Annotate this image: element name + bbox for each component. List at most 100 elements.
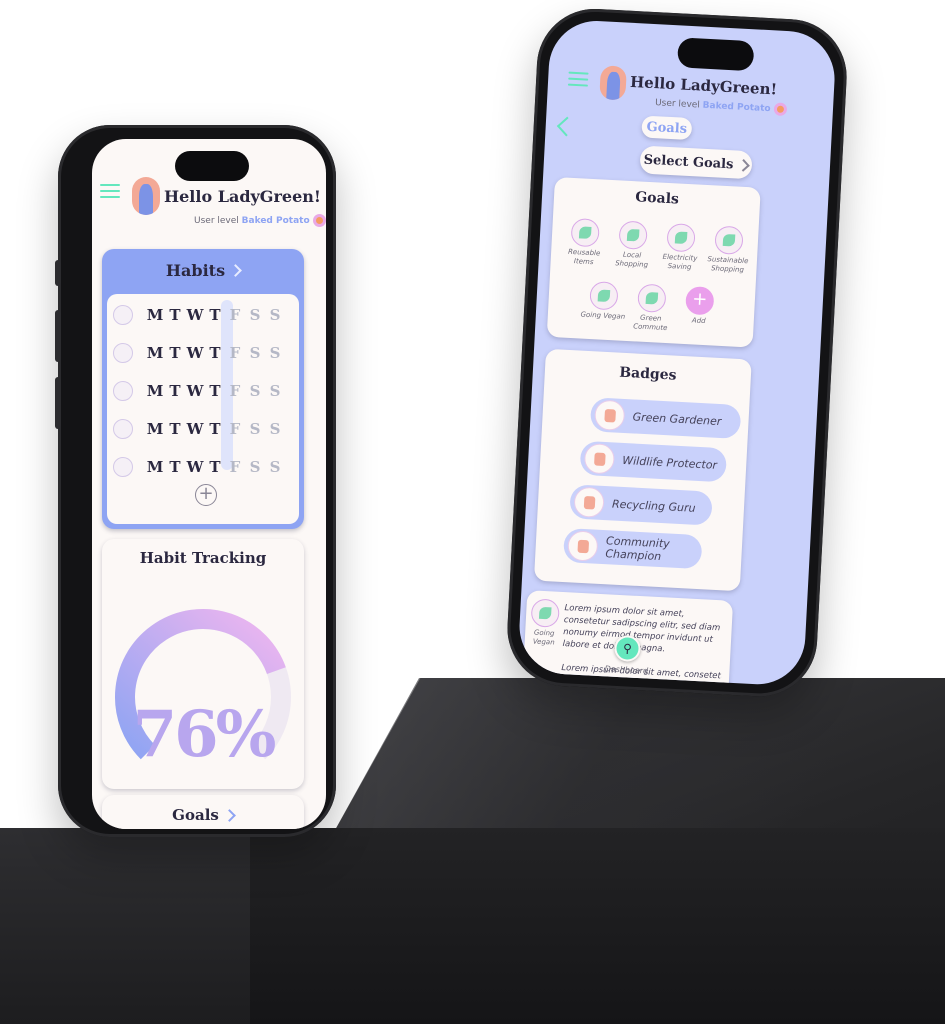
habit-day-label: S bbox=[249, 382, 261, 400]
habit-day-toggle[interactable]: T bbox=[165, 382, 185, 400]
habit-day-label: F bbox=[229, 382, 241, 400]
habit-day-label: S bbox=[249, 306, 261, 324]
avatar[interactable] bbox=[132, 177, 160, 215]
potato-icon bbox=[773, 102, 787, 117]
badge-icon bbox=[573, 486, 605, 519]
habit-day-toggle[interactable]: T bbox=[165, 458, 185, 476]
habit-day-toggle[interactable]: S bbox=[265, 458, 285, 476]
menu-icon[interactable] bbox=[567, 71, 589, 87]
add-habit-button[interactable]: + bbox=[195, 484, 217, 506]
avatar[interactable] bbox=[599, 65, 627, 101]
goal-icon bbox=[666, 222, 696, 253]
goal-label: Going Vegan bbox=[580, 310, 626, 321]
habit-day-toggle[interactable]: M bbox=[145, 306, 165, 324]
greeting-title: Hello LadyGreen! bbox=[164, 187, 321, 206]
goal-item[interactable]: Reusable Items bbox=[558, 217, 610, 268]
habit-day-label: T bbox=[169, 420, 181, 438]
user-level-value: Baked Potato bbox=[241, 216, 310, 226]
badge-item[interactable]: Recycling Guru bbox=[569, 484, 713, 526]
habit-day-toggle[interactable]: M bbox=[145, 344, 165, 362]
habit-day-toggle[interactable]: T bbox=[205, 344, 225, 362]
habit-day-toggle[interactable]: S bbox=[245, 306, 265, 324]
habit-day-toggle[interactable]: T bbox=[205, 458, 225, 476]
habit-day-toggle[interactable]: F bbox=[225, 382, 245, 400]
badge-label: Green Gardener bbox=[632, 409, 722, 428]
feed-item[interactable]: Going Vegan bbox=[526, 598, 562, 648]
habit-day-toggle[interactable]: W bbox=[185, 420, 205, 438]
habit-day-label: T bbox=[209, 382, 221, 400]
badge-item[interactable]: Wildlife Protector bbox=[579, 440, 728, 483]
habit-row: MTWTFSS bbox=[113, 414, 295, 444]
goal-item[interactable]: Sustainable Shopping bbox=[702, 225, 754, 276]
goal-item[interactable]: Green Commute bbox=[625, 283, 677, 334]
badge-item[interactable]: Community Champion bbox=[562, 528, 703, 570]
habit-day-label: F bbox=[229, 420, 241, 438]
habit-day-toggle[interactable]: M bbox=[145, 382, 165, 400]
habit-day-toggle[interactable]: S bbox=[245, 420, 265, 438]
habit-day-label: S bbox=[269, 382, 281, 400]
goals-header-pill: Goals bbox=[641, 115, 693, 141]
goal-icon bbox=[570, 217, 600, 248]
habit-day-toggle[interactable]: W bbox=[185, 458, 205, 476]
compass-icon: ⚲ bbox=[622, 641, 633, 656]
habit-tracking-card: Habit Tracking 76% bbox=[102, 539, 304, 789]
pedestal-left-face bbox=[0, 828, 250, 1024]
habit-day-label: T bbox=[209, 420, 221, 438]
habit-day-toggle[interactable]: F bbox=[225, 306, 245, 324]
badge-item[interactable]: Green Gardener bbox=[589, 397, 742, 440]
select-goals-button[interactable]: Select Goals bbox=[639, 145, 753, 180]
habit-day-toggle[interactable]: W bbox=[185, 344, 205, 362]
habit-day-label: S bbox=[269, 306, 281, 324]
habit-day-label: T bbox=[209, 344, 221, 362]
habit-day-toggle[interactable]: T bbox=[205, 306, 225, 324]
potato-icon bbox=[312, 214, 326, 227]
sprout-icon bbox=[530, 598, 560, 628]
habit-day-toggle[interactable]: W bbox=[185, 382, 205, 400]
habit-day-label: T bbox=[169, 458, 181, 476]
badge-icon bbox=[583, 442, 616, 475]
habit-day-toggle[interactable]: M bbox=[145, 420, 165, 438]
habit-day-label: F bbox=[229, 344, 241, 362]
habit-day-toggle[interactable]: T bbox=[165, 306, 185, 324]
dynamic-island bbox=[676, 37, 755, 72]
habit-day-toggle[interactable]: F bbox=[225, 344, 245, 362]
goal-item[interactable]: Electricity Saving bbox=[654, 222, 706, 273]
habit-day-label: S bbox=[269, 420, 281, 438]
habits-header[interactable]: Habits bbox=[102, 249, 304, 291]
goal-item[interactable]: Going Vegan bbox=[578, 280, 630, 322]
habit-day-toggle[interactable]: T bbox=[205, 382, 225, 400]
habit-day-toggle[interactable]: S bbox=[265, 344, 285, 362]
bulb-icon bbox=[113, 343, 133, 363]
menu-icon[interactable] bbox=[100, 184, 120, 198]
habit-day-toggle[interactable]: S bbox=[245, 344, 265, 362]
habit-day-toggle[interactable]: S bbox=[245, 382, 265, 400]
habit-day-toggle[interactable]: S bbox=[265, 420, 285, 438]
habit-day-toggle[interactable]: S bbox=[265, 382, 285, 400]
goal-item[interactable]: Local Shopping bbox=[606, 220, 658, 271]
badge-icon bbox=[567, 530, 599, 562]
back-arrow-icon[interactable] bbox=[556, 116, 577, 137]
user-level-prefix: User level bbox=[654, 98, 701, 111]
habit-day-toggle[interactable]: W bbox=[185, 306, 205, 324]
habit-row: MTWTFSS bbox=[113, 338, 295, 368]
user-level: User level Baked Potato bbox=[194, 214, 326, 227]
habit-day-toggle[interactable]: M bbox=[145, 458, 165, 476]
chevron-right-icon bbox=[222, 808, 236, 822]
habit-day-label: T bbox=[169, 344, 181, 362]
habit-day-toggle[interactable]: T bbox=[165, 420, 185, 438]
habit-day-toggle[interactable]: F bbox=[225, 420, 245, 438]
goal-icon bbox=[589, 281, 619, 311]
habit-day-toggle[interactable]: S bbox=[265, 306, 285, 324]
goal-icon bbox=[618, 220, 648, 250]
habit-day-toggle[interactable]: T bbox=[205, 420, 225, 438]
habit-day-label: M bbox=[146, 344, 164, 362]
habit-day-toggle[interactable]: S bbox=[245, 458, 265, 476]
mute-switch bbox=[55, 260, 61, 286]
goals-strip[interactable]: Goals bbox=[102, 795, 304, 829]
habit-day-label: W bbox=[186, 344, 204, 362]
habit-day-label: S bbox=[269, 344, 281, 362]
goal-item[interactable]: + Add bbox=[674, 285, 726, 327]
habit-day-toggle[interactable]: F bbox=[225, 458, 245, 476]
habit-day-toggle[interactable]: T bbox=[165, 344, 185, 362]
habit-tracking-title: Habit Tracking bbox=[139, 549, 267, 567]
